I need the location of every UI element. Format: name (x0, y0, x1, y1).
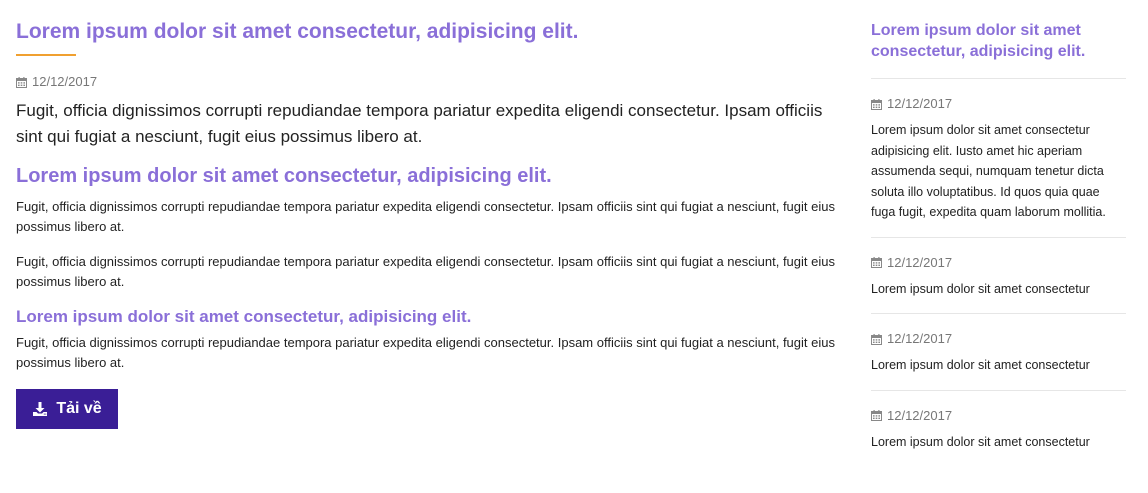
article-title: Lorem ipsum dolor sit amet consectetur, … (16, 20, 579, 43)
download-button-label: Tải về (56, 400, 102, 417)
sidebar-item-date: 12/12/2017 (871, 408, 1126, 424)
sidebar-item-date: 12/12/2017 (871, 255, 1126, 271)
article-main: Lorem ipsum dolor sit amet consectetur, … (16, 0, 844, 429)
title-underline (16, 54, 76, 56)
download-icon (32, 401, 48, 417)
section-paragraph-1: Fugit, officia dignissimos corrupti repu… (16, 199, 835, 234)
calendar-icon (871, 98, 882, 110)
sidebar-item[interactable]: 12/12/2017 Lorem ipsum dolor sit amet co… (871, 238, 1126, 314)
sidebar-item-text: Lorem ipsum dolor sit amet consectetur (871, 434, 1090, 449)
sidebar-item-date-text: 12/12/2017 (887, 96, 953, 111)
sidebar-item[interactable]: 12/12/2017 Lorem ipsum dolor sit amet co… (871, 79, 1126, 238)
calendar-icon (16, 76, 27, 88)
sidebar-item[interactable]: 12/12/2017 Lorem ipsum dolor sit amet co… (871, 391, 1126, 467)
sidebar-item-date-text: 12/12/2017 (887, 254, 953, 270)
sidebar-item-date: 12/12/2017 (871, 96, 1126, 112)
subsection-paragraph: Fugit, officia dignissimos corrupti repu… (16, 335, 835, 370)
download-button[interactable]: Tải về (16, 389, 118, 429)
sidebar-item-date: 12/12/2017 (871, 331, 1126, 347)
section-heading: Lorem ipsum dolor sit amet consectetur, … (16, 165, 552, 187)
sidebar: Lorem ipsum dolor sit amet consectetur, … (871, 0, 1126, 466)
sidebar-title[interactable]: Lorem ipsum dolor sit amet consectetur, … (871, 20, 1126, 62)
sidebar-item-date-text: 12/12/2017 (887, 407, 953, 423)
sidebar-item-text: Lorem ipsum dolor sit amet consectetur a… (871, 123, 1106, 219)
sidebar-item-date-text: 12/12/2017 (887, 331, 953, 346)
section-paragraph-2: Fugit, officia dignissimos corrupti repu… (16, 254, 835, 289)
article-date-text: 12/12/2017 (32, 74, 98, 89)
article-lead: Fugit, officia dignissimos corrupti repu… (16, 101, 823, 146)
sidebar-item-text: Lorem ipsum dolor sit amet consectetur (871, 281, 1090, 296)
calendar-icon (871, 410, 882, 421)
subsection-heading: Lorem ipsum dolor sit amet consectetur, … (16, 307, 472, 326)
sidebar-item[interactable]: 12/12/2017 Lorem ipsum dolor sit amet co… (871, 314, 1126, 391)
sidebar-item-text: Lorem ipsum dolor sit amet consectetur (871, 358, 1090, 372)
article-date: 12/12/2017 (16, 74, 844, 90)
calendar-icon (871, 257, 882, 268)
calendar-icon (871, 333, 882, 345)
